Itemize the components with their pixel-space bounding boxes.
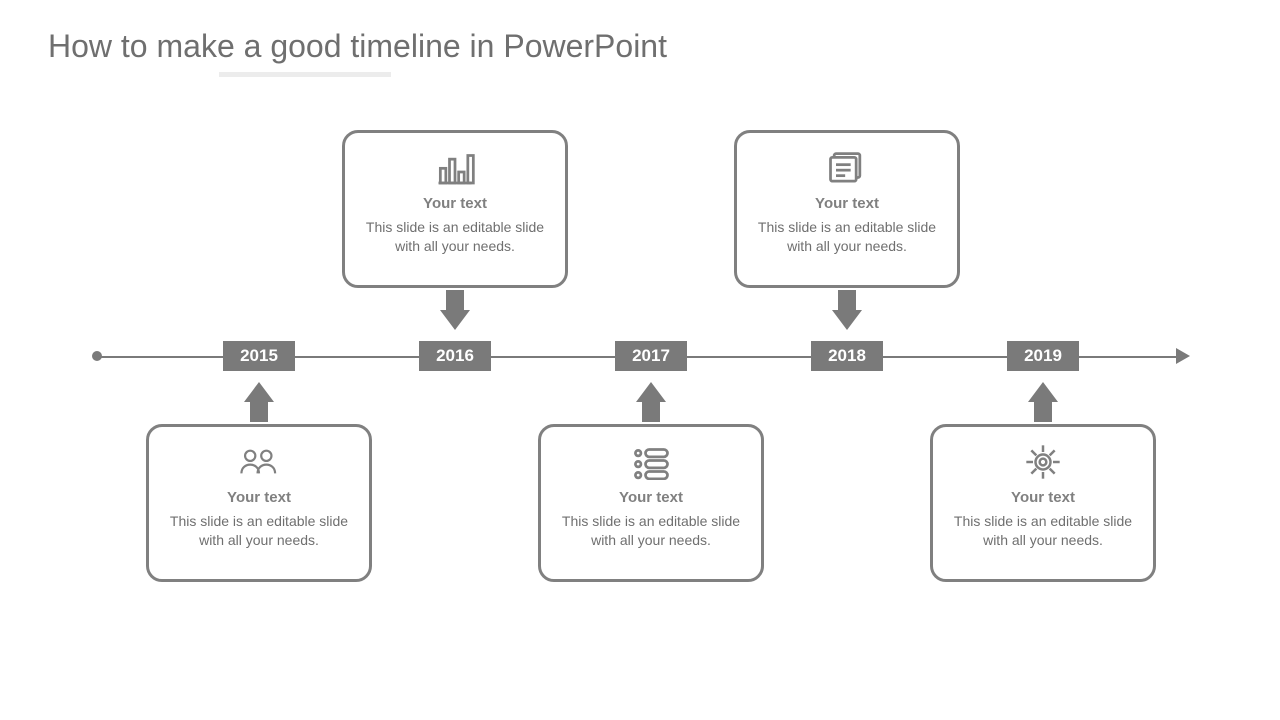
page-title: How to make a good timeline in PowerPoin… xyxy=(48,28,667,65)
axis-start-dot xyxy=(92,351,102,361)
card-body: This slide is an editable slide with all… xyxy=(753,218,941,256)
list-icon xyxy=(628,441,674,483)
timeline-card-2016: Your text This slide is an editable slid… xyxy=(342,130,568,288)
year-marker-2017: 2017 xyxy=(615,341,687,371)
people-icon xyxy=(236,441,282,483)
document-icon xyxy=(824,147,870,189)
year-marker-2016: 2016 xyxy=(419,341,491,371)
card-heading: Your text xyxy=(1011,489,1075,506)
card-body: This slide is an editable slide with all… xyxy=(949,512,1137,550)
card-body: This slide is an editable slide with all… xyxy=(361,218,549,256)
barchart-icon xyxy=(432,147,478,189)
year-marker-2019: 2019 xyxy=(1007,341,1079,371)
timeline-card-2018: Your text This slide is an editable slid… xyxy=(734,130,960,288)
connector-arrow-down xyxy=(440,290,470,330)
gear-icon xyxy=(1020,441,1066,483)
axis-end-arrow xyxy=(1176,348,1190,364)
card-heading: Your text xyxy=(423,195,487,212)
year-marker-2018: 2018 xyxy=(811,341,883,371)
card-heading: Your text xyxy=(619,489,683,506)
connector-arrow-up xyxy=(1028,382,1058,422)
connector-arrow-down xyxy=(832,290,862,330)
year-marker-2015: 2015 xyxy=(223,341,295,371)
timeline-card-2015: Your text This slide is an editable slid… xyxy=(146,424,372,582)
timeline-card-2019: Your text This slide is an editable slid… xyxy=(930,424,1156,582)
title-underline xyxy=(219,72,391,77)
card-body: This slide is an editable slide with all… xyxy=(557,512,745,550)
card-body: This slide is an editable slide with all… xyxy=(165,512,353,550)
timeline-card-2017: Your text This slide is an editable slid… xyxy=(538,424,764,582)
connector-arrow-up xyxy=(636,382,666,422)
card-heading: Your text xyxy=(815,195,879,212)
card-heading: Your text xyxy=(227,489,291,506)
slide: How to make a good timeline in PowerPoin… xyxy=(0,0,1280,720)
connector-arrow-up xyxy=(244,382,274,422)
